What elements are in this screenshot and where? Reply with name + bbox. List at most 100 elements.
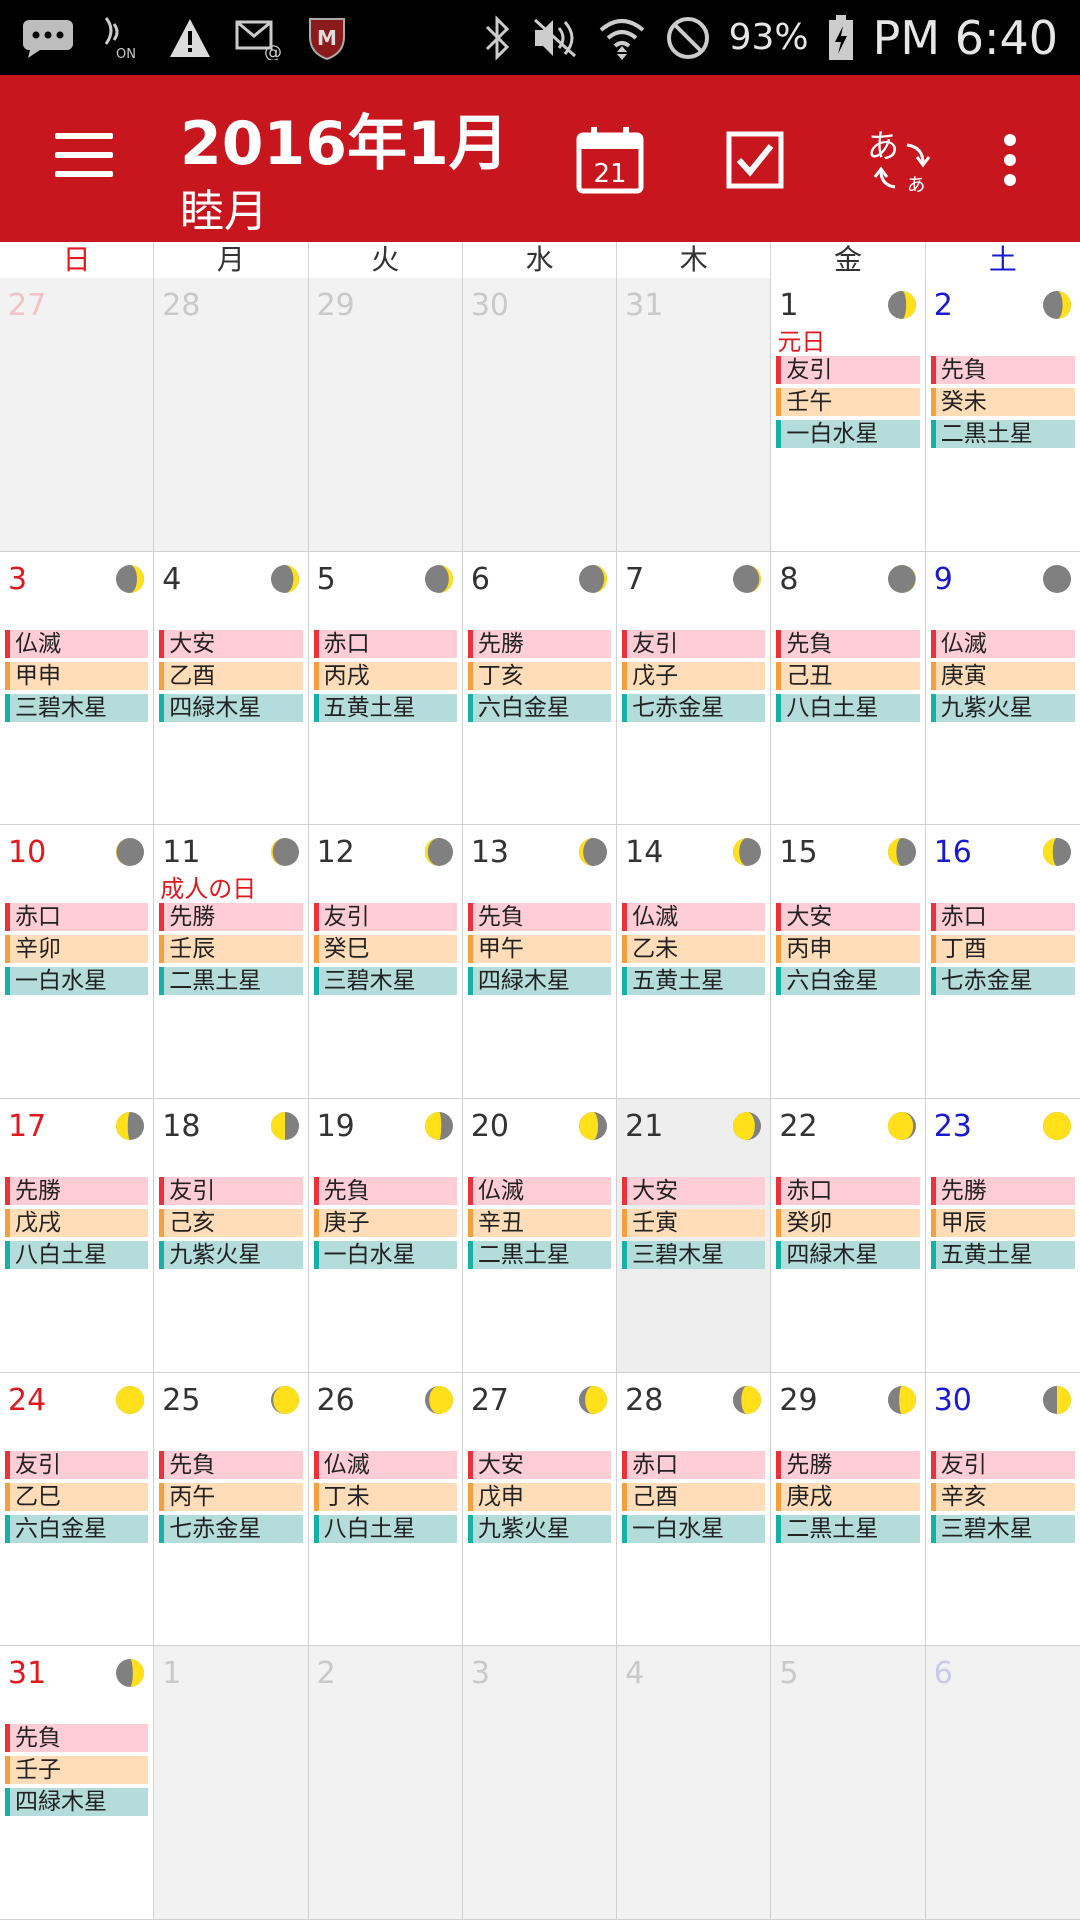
day-number: 20 [470,1108,510,1144]
svg-text:M: M [317,26,337,50]
day-tags: 先負 己丑 八白土星 [776,629,920,726]
kanshi-tag: 癸巳 [313,935,457,964]
day-cell[interactable]: 24 友引 乙巳 六白金星 [0,1372,155,1647]
day-cell[interactable]: 14 仏滅 乙未 五黄土星 [617,825,772,1099]
rokuyo-tag: 先負 [930,356,1075,384]
day-cell[interactable]: 8 先負 己丑 八白土星 [771,551,926,826]
day-tags: 友引 乙巳 六白金星 [5,1450,149,1547]
kyusei-tag: 九紫火星 [467,1514,612,1543]
day-cell[interactable]: 30 [462,278,618,552]
mcafee-icon: M [306,15,348,61]
day-cell[interactable]: 29 先勝 庚戌 二黒土星 [771,1372,926,1647]
day-cell[interactable]: 1 [154,1646,309,1920]
day-cell[interactable]: 29 [308,278,463,552]
day-cell[interactable]: 19 先負 庚子 一白水星 [308,1098,463,1373]
status-bar-notifications: ON @ M [20,0,348,75]
day-cell[interactable]: 9 仏滅 庚寅 九紫火星 [925,551,1080,826]
day-cell[interactable]: 27 [0,278,155,552]
day-number: 13 [470,835,510,871]
day-cell[interactable]: 26 仏滅 丁未 八白土星 [308,1372,463,1647]
moon-phase-icon [887,1385,917,1415]
kanshi-tag: 辛卯 [5,935,149,964]
day-cell[interactable]: 28 [154,278,309,552]
more-options-button[interactable] [975,125,1045,195]
kyusei-tag: 三碧木星 [313,967,457,996]
day-cell[interactable]: 27 大安戊申九紫火星 [462,1372,618,1647]
day-number: 7 [625,561,645,597]
weekday-label: 金 [771,242,926,278]
app-bar: 2016年1月 睦月 21 あ ぁ [0,75,1080,242]
month-japanese-name: 睦月 [180,186,268,237]
day-cell[interactable]: 13 先負 甲午 四緑木星 [462,825,618,1099]
weekday-label: 木 [617,242,772,278]
moon-phase-icon [732,564,762,594]
kanshi-tag: 庚子 [313,1208,457,1237]
day-cell[interactable]: 31 [617,278,772,552]
day-number: 2 [316,1656,336,1692]
language-toggle-button[interactable]: あ ぁ [865,125,945,195]
day-cell[interactable]: 30 友引 辛亥 三碧木星 [925,1372,1080,1647]
day-tags: 赤口 癸卯 四緑木星 [776,1176,920,1273]
day-cell[interactable]: 23 先勝 甲辰 五黄土星 [925,1098,1080,1373]
moon-phase-icon [270,837,300,867]
day-cell[interactable]: 20 仏滅 辛丑 二黒土星 [462,1098,618,1373]
day-cell[interactable]: 22 赤口 癸卯 四緑木星 [771,1098,926,1373]
moon-phase-icon [1042,1385,1072,1415]
day-cell[interactable]: 16 赤口 丁酉 七赤金星 [925,825,1080,1099]
day-cell[interactable]: 25 先負 丙午 七赤金星 [154,1372,309,1647]
day-cell[interactable]: 12 友引 癸巳 三碧木星 [308,825,463,1099]
day-cell[interactable]: 3 仏滅 甲申 三碧木星 [0,551,155,826]
moon-phase-icon [115,837,145,867]
day-number: 29 [779,1382,818,1418]
moon-phase-icon [424,1385,454,1415]
day-tags: 友引 戊子 七赤金星 [622,629,766,726]
rokuyo-tag: 仏滅 [467,1176,612,1205]
day-cell[interactable]: 31 先負 壬子 四緑木星 [0,1646,155,1920]
rokuyo-tag: 先負 [776,629,920,658]
menu-button[interactable] [55,133,113,177]
day-cell[interactable]: 2 先負 癸未 二黒土星 [925,278,1080,552]
kyusei-tag: 八白土星 [5,1240,149,1269]
day-number: 8 [779,561,799,597]
kanshi-tag: 辛丑 [467,1208,612,1237]
tasks-button[interactable] [720,125,790,195]
kanshi-tag: 戊子 [622,661,766,690]
weekday-label: 火 [309,242,463,278]
rokuyo-tag: 大安 [467,1450,612,1479]
kyusei-tag: 五黄土星 [313,693,457,722]
rokuyo-tag: 先勝 [467,629,612,658]
day-number: 27 [470,1382,510,1418]
day-cell[interactable]: 15 大安 丙申 六白金星 [771,825,926,1099]
moon-phase-icon [887,564,917,594]
weekday-label: 日 [0,242,155,278]
battery-percent: 93% [728,17,809,58]
rokuyo-tag: 赤口 [313,629,457,658]
month-title[interactable]: 2016年1月 [180,95,509,182]
day-number: 14 [625,835,664,871]
day-cell[interactable]: 5 赤口 丙戌 五黄土星 [308,551,463,826]
day-cell[interactable]: 6 [925,1646,1080,1920]
day-cell[interactable]: 10 赤口 辛卯 一白水星 [0,825,155,1099]
day-cell[interactable]: 17 先勝 戊戌 八白土星 [0,1098,155,1373]
day-cell[interactable]: 1 元日 友引 壬午 一白水星 [771,278,926,552]
day-cell[interactable]: 7 友引 戊子 七赤金星 [617,551,772,826]
day-tags: 友引 辛亥 三碧木星 [930,1450,1075,1547]
day-number: 30 [470,288,510,323]
day-cell[interactable]: 11 成人の日 先勝 壬辰 二黒土星 [154,825,309,1099]
today-button[interactable]: 21 [575,125,645,195]
day-cell[interactable]: 6 先勝 丁亥 六白金星 [462,551,618,826]
day-number: 1 [162,1656,182,1692]
day-cell[interactable]: 4 [617,1646,772,1920]
kanshi-tag: 戊申 [467,1482,612,1511]
day-cell[interactable]: 4 大安 乙酉 四緑木星 [154,551,309,826]
kanshi-tag: 甲申 [5,661,149,690]
day-cell[interactable]: 28 赤口 己酉 一白水星 [617,1372,772,1647]
day-cell[interactable]: 18 友引 己亥 九紫火星 [154,1098,309,1373]
day-cell[interactable]: 2 [308,1646,463,1920]
day-cell[interactable]: 5 [771,1646,926,1920]
day-tags: 先負 庚子 一白水星 [313,1176,457,1273]
email-icon: @ [234,16,284,60]
holiday-label: 元日 [777,328,826,356]
day-cell-today[interactable]: 21 大安 壬寅 三碧木星 [617,1098,772,1373]
day-cell[interactable]: 3 [462,1646,618,1920]
